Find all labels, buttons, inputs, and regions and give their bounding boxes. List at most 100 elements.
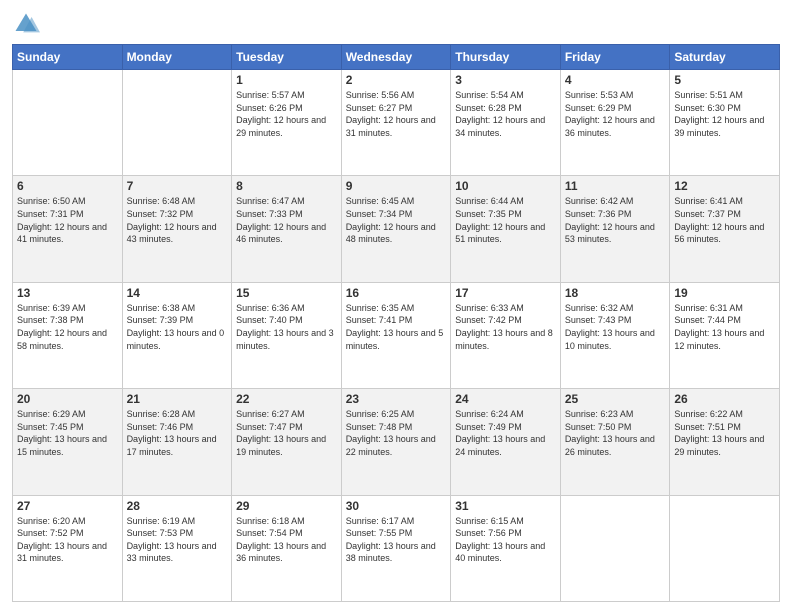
day-info: Sunrise: 5:56 AM Sunset: 6:27 PM Dayligh… [346,89,447,139]
weekday-header-monday: Monday [122,45,232,70]
day-number: 4 [565,73,666,87]
calendar-cell [560,495,670,601]
calendar-cell: 2 Sunrise: 5:56 AM Sunset: 6:27 PM Daylig… [341,70,451,176]
day-info: Sunrise: 6:19 AM Sunset: 7:53 PM Dayligh… [127,515,228,565]
day-info: Sunrise: 5:54 AM Sunset: 6:28 PM Dayligh… [455,89,556,139]
day-info: Sunrise: 6:33 AM Sunset: 7:42 PM Dayligh… [455,302,556,352]
day-number: 26 [674,392,775,406]
calendar-cell: 3 Sunrise: 5:54 AM Sunset: 6:28 PM Daylig… [451,70,561,176]
day-number: 1 [236,73,337,87]
day-number: 24 [455,392,556,406]
calendar-header-row: SundayMondayTuesdayWednesdayThursdayFrid… [13,45,780,70]
day-info: Sunrise: 6:15 AM Sunset: 7:56 PM Dayligh… [455,515,556,565]
calendar-cell: 17Sunrise: 6:33 AM Sunset: 7:42 PM Dayli… [451,282,561,388]
weekday-header-wednesday: Wednesday [341,45,451,70]
day-info: Sunrise: 6:50 AM Sunset: 7:31 PM Dayligh… [17,195,118,245]
calendar-cell: 4 Sunrise: 5:53 AM Sunset: 6:29 PM Daylig… [560,70,670,176]
day-info: Sunrise: 6:44 AM Sunset: 7:35 PM Dayligh… [455,195,556,245]
calendar-cell: 26 Sunrise: 6:22 AM Sunset: 7:51 PM Dayli… [670,389,780,495]
day-info: Sunrise: 5:53 AM Sunset: 6:29 PM Dayligh… [565,89,666,139]
day-number: 6 [17,179,118,193]
day-number: 9 [346,179,447,193]
day-info: Sunrise: 6:39 AM Sunset: 7:38 PM Dayligh… [17,302,118,352]
calendar-week-5: 27Sunrise: 6:20 AM Sunset: 7:52 PM Dayli… [13,495,780,601]
day-info: Sunrise: 6:27 AM Sunset: 7:47 PM Dayligh… [236,408,337,458]
calendar-week-4: 20Sunrise: 6:29 AM Sunset: 7:45 PM Dayli… [13,389,780,495]
calendar-cell: 31 Sunrise: 6:15 AM Sunset: 7:56 PM Dayli… [451,495,561,601]
day-number: 23 [346,392,447,406]
day-number: 21 [127,392,228,406]
day-number: 18 [565,286,666,300]
calendar-cell: 24 Sunrise: 6:24 AM Sunset: 7:49 PM Dayli… [451,389,561,495]
day-number: 11 [565,179,666,193]
calendar-cell: 19 Sunrise: 6:31 AM Sunset: 7:44 PM Dayli… [670,282,780,388]
day-info: Sunrise: 6:31 AM Sunset: 7:44 PM Dayligh… [674,302,775,352]
calendar-week-1: 1 Sunrise: 5:57 AM Sunset: 6:26 PM Daylig… [13,70,780,176]
day-info: Sunrise: 6:24 AM Sunset: 7:49 PM Dayligh… [455,408,556,458]
calendar-cell: 30Sunrise: 6:17 AM Sunset: 7:55 PM Dayli… [341,495,451,601]
day-info: Sunrise: 6:42 AM Sunset: 7:36 PM Dayligh… [565,195,666,245]
calendar-cell: 28 Sunrise: 6:19 AM Sunset: 7:53 PM Dayli… [122,495,232,601]
calendar-table: SundayMondayTuesdayWednesdayThursdayFrid… [12,44,780,602]
calendar-cell: 23Sunrise: 6:25 AM Sunset: 7:48 PM Dayli… [341,389,451,495]
calendar-cell: 20Sunrise: 6:29 AM Sunset: 7:45 PM Dayli… [13,389,123,495]
day-number: 3 [455,73,556,87]
day-number: 12 [674,179,775,193]
day-info: Sunrise: 6:45 AM Sunset: 7:34 PM Dayligh… [346,195,447,245]
weekday-header-tuesday: Tuesday [232,45,342,70]
day-number: 31 [455,499,556,513]
calendar-cell: 11 Sunrise: 6:42 AM Sunset: 7:36 PM Dayli… [560,176,670,282]
calendar-body: 1 Sunrise: 5:57 AM Sunset: 6:26 PM Daylig… [13,70,780,602]
calendar-cell: 9 Sunrise: 6:45 AM Sunset: 7:34 PM Daylig… [341,176,451,282]
day-number: 16 [346,286,447,300]
calendar-cell: 18Sunrise: 6:32 AM Sunset: 7:43 PM Dayli… [560,282,670,388]
day-info: Sunrise: 6:29 AM Sunset: 7:45 PM Dayligh… [17,408,118,458]
calendar-cell: 16 Sunrise: 6:35 AM Sunset: 7:41 PM Dayli… [341,282,451,388]
day-number: 13 [17,286,118,300]
calendar-cell: 5Sunrise: 5:51 AM Sunset: 6:30 PM Daylig… [670,70,780,176]
calendar-cell: 7 Sunrise: 6:48 AM Sunset: 7:32 PM Daylig… [122,176,232,282]
day-info: Sunrise: 6:17 AM Sunset: 7:55 PM Dayligh… [346,515,447,565]
day-number: 29 [236,499,337,513]
calendar-cell: 13 Sunrise: 6:39 AM Sunset: 7:38 PM Dayli… [13,282,123,388]
calendar-week-2: 6 Sunrise: 6:50 AM Sunset: 7:31 PM Daylig… [13,176,780,282]
day-info: Sunrise: 6:38 AM Sunset: 7:39 PM Dayligh… [127,302,228,352]
day-number: 8 [236,179,337,193]
day-number: 22 [236,392,337,406]
calendar-cell: 27Sunrise: 6:20 AM Sunset: 7:52 PM Dayli… [13,495,123,601]
page: SundayMondayTuesdayWednesdayThursdayFrid… [0,0,792,612]
day-info: Sunrise: 6:28 AM Sunset: 7:46 PM Dayligh… [127,408,228,458]
day-number: 15 [236,286,337,300]
calendar-cell [13,70,123,176]
day-number: 7 [127,179,228,193]
calendar-cell: 22 Sunrise: 6:27 AM Sunset: 7:47 PM Dayli… [232,389,342,495]
calendar-cell: 10 Sunrise: 6:44 AM Sunset: 7:35 PM Dayli… [451,176,561,282]
day-info: Sunrise: 6:22 AM Sunset: 7:51 PM Dayligh… [674,408,775,458]
calendar-cell: 25Sunrise: 6:23 AM Sunset: 7:50 PM Dayli… [560,389,670,495]
weekday-header-friday: Friday [560,45,670,70]
calendar-cell: 15 Sunrise: 6:36 AM Sunset: 7:40 PM Dayli… [232,282,342,388]
day-number: 2 [346,73,447,87]
calendar-cell: 29 Sunrise: 6:18 AM Sunset: 7:54 PM Dayli… [232,495,342,601]
calendar-cell [670,495,780,601]
calendar-cell: 14 Sunrise: 6:38 AM Sunset: 7:39 PM Dayli… [122,282,232,388]
calendar-week-3: 13 Sunrise: 6:39 AM Sunset: 7:38 PM Dayli… [13,282,780,388]
day-info: Sunrise: 6:41 AM Sunset: 7:37 PM Dayligh… [674,195,775,245]
day-number: 14 [127,286,228,300]
calendar-cell: 8 Sunrise: 6:47 AM Sunset: 7:33 PM Daylig… [232,176,342,282]
day-info: Sunrise: 6:48 AM Sunset: 7:32 PM Dayligh… [127,195,228,245]
weekday-header-thursday: Thursday [451,45,561,70]
day-number: 28 [127,499,228,513]
day-info: Sunrise: 6:36 AM Sunset: 7:40 PM Dayligh… [236,302,337,352]
header [12,10,780,38]
day-info: Sunrise: 5:57 AM Sunset: 6:26 PM Dayligh… [236,89,337,139]
calendar-cell: 12 Sunrise: 6:41 AM Sunset: 7:37 PM Dayli… [670,176,780,282]
day-info: Sunrise: 6:18 AM Sunset: 7:54 PM Dayligh… [236,515,337,565]
day-number: 10 [455,179,556,193]
logo-icon [12,10,40,38]
day-info: Sunrise: 6:35 AM Sunset: 7:41 PM Dayligh… [346,302,447,352]
day-info: Sunrise: 6:20 AM Sunset: 7:52 PM Dayligh… [17,515,118,565]
calendar-cell: 6 Sunrise: 6:50 AM Sunset: 7:31 PM Daylig… [13,176,123,282]
day-info: Sunrise: 6:47 AM Sunset: 7:33 PM Dayligh… [236,195,337,245]
day-number: 19 [674,286,775,300]
